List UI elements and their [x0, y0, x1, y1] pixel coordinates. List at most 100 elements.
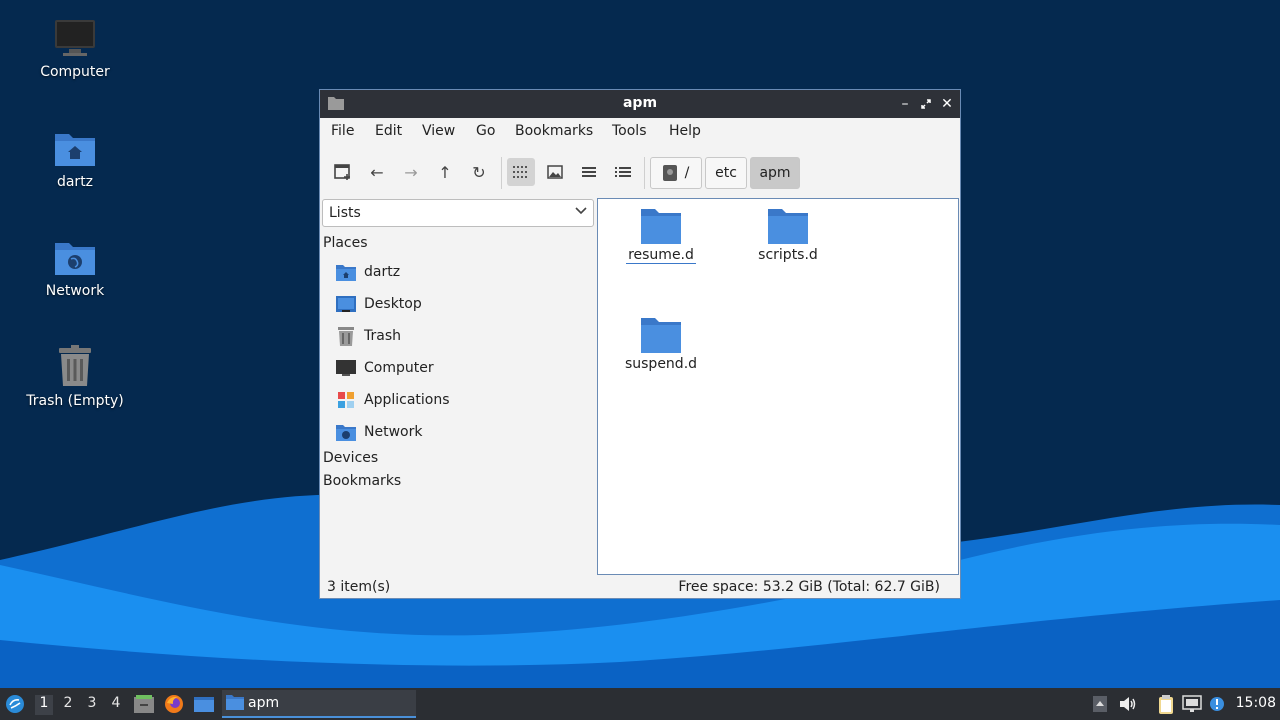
menu-help[interactable]: Help [669, 123, 701, 139]
breadcrumb-label: / [684, 165, 690, 181]
volume-icon [1120, 697, 1136, 711]
menu-tools[interactable]: Tools [612, 123, 647, 139]
breadcrumb-etc[interactable]: etc [705, 157, 747, 189]
new-tab-icon [334, 164, 350, 180]
network-wired-icon [1182, 695, 1202, 712]
computer-icon [55, 20, 95, 56]
menu-view[interactable]: View [422, 123, 455, 139]
file-name: scripts.d [758, 247, 818, 263]
free-space: Free space: 53.2 GiB (Total: 62.7 GiB) [678, 579, 940, 595]
taskbar-task-apm[interactable]: apm [222, 690, 416, 718]
file-name: resume.d [626, 247, 696, 264]
sidebar-item-network[interactable]: Network [336, 420, 422, 444]
compact-view-button[interactable] [575, 158, 603, 186]
file-item-resume-d[interactable]: resume.d [606, 207, 716, 264]
sidebar-item-label: dartz [364, 264, 401, 280]
breadcrumb-apm[interactable]: apm [750, 157, 800, 189]
sidebar-item-label: Applications [364, 392, 450, 408]
window-title: apm [622, 95, 658, 111]
reload-button[interactable]: ↻ [465, 158, 493, 186]
clock[interactable]: 15:08 [1236, 695, 1276, 711]
arrow-up-icon: ↑ [438, 162, 452, 182]
desktop-icon-label: dartz [56, 174, 94, 190]
forward-button[interactable]: → [397, 158, 425, 186]
workspace-2[interactable]: 2 [59, 695, 77, 715]
breadcrumb-root[interactable]: / [650, 157, 702, 189]
close-button[interactable]: ✕ [938, 95, 956, 113]
maximize-icon [921, 99, 931, 109]
updates-notification-button[interactable] [1206, 693, 1228, 715]
desktop-icon-dartz[interactable]: dartz [15, 128, 135, 190]
sidebar: Lists Places dartz Desktop Trash Compute… [320, 198, 596, 574]
drive-icon [662, 165, 677, 181]
chevron-down-icon [575, 207, 587, 215]
thumbnail-view-button[interactable] [541, 158, 569, 186]
show-desktop-button[interactable] [133, 693, 155, 715]
menu-edit[interactable]: Edit [375, 123, 402, 139]
file-manager-window: apm – ✕ File Edit View Go Bookmarks Tool… [319, 89, 961, 599]
menu-bookmarks[interactable]: Bookmarks [515, 123, 593, 139]
list-icon [582, 167, 596, 177]
back-button[interactable]: ← [363, 158, 391, 186]
trash-icon [59, 345, 91, 386]
task-label: apm [248, 695, 280, 711]
up-button[interactable]: ↑ [431, 158, 459, 186]
file-item-suspend-d[interactable]: suspend.d [606, 316, 716, 372]
workspace-3[interactable]: 3 [83, 695, 101, 715]
folder-icon [194, 697, 214, 712]
detailed-list-icon [615, 167, 631, 177]
firefox-icon [165, 695, 183, 713]
volume-button[interactable] [1117, 693, 1139, 715]
lubuntu-logo-icon [6, 695, 24, 713]
sidebar-item-computer[interactable]: Computer [336, 356, 434, 380]
detailed-view-button[interactable] [609, 158, 637, 186]
workspace-4[interactable]: 4 [107, 695, 125, 715]
sidebar-section-places[interactable]: Places [323, 235, 368, 251]
clipboard-button[interactable] [1155, 693, 1177, 715]
notification-icon [1210, 697, 1224, 711]
sidebar-mode-select[interactable]: Lists [322, 199, 594, 227]
menu-go[interactable]: Go [476, 123, 495, 139]
sidebar-item-dartz[interactable]: dartz [336, 260, 400, 284]
sidebar-item-desktop[interactable]: Desktop [336, 292, 422, 316]
desktop-icon-trash[interactable]: Trash (Empty) [15, 345, 135, 409]
sidebar-item-label: Trash [364, 328, 401, 344]
sidebar-section-devices[interactable]: Devices [323, 450, 378, 466]
close-icon: ✕ [941, 96, 953, 112]
sidebar-section-bookmarks[interactable]: Bookmarks [323, 473, 401, 489]
sidebar-item-label: Computer [364, 360, 434, 376]
status-bar: 3 item(s) Free space: 53.2 GiB (Total: 6… [320, 576, 960, 598]
minimize-icon: – [901, 96, 909, 112]
network-status-button[interactable] [1181, 693, 1203, 715]
maximize-button[interactable] [917, 95, 935, 113]
workspace-1[interactable]: 1 [35, 695, 53, 715]
file-manager-launcher[interactable] [193, 693, 215, 715]
file-view[interactable]: resume.d scripts.d suspend.d [597, 198, 959, 575]
file-item-scripts-d[interactable]: scripts.d [733, 207, 843, 263]
toolbar-separator [501, 157, 502, 189]
menu-file[interactable]: File [331, 123, 354, 139]
network-folder-icon [336, 425, 356, 441]
toolbar-separator [644, 157, 645, 189]
icon-view-button[interactable] [507, 158, 535, 186]
desktop-icon-label: Network [45, 283, 105, 299]
sidebar-item-trash[interactable]: Trash [336, 324, 401, 348]
chevron-up-icon [1093, 696, 1107, 712]
new-tab-button[interactable] [329, 158, 357, 186]
trash-icon [338, 327, 354, 346]
firefox-launcher[interactable] [163, 693, 185, 715]
start-menu-button[interactable] [4, 693, 26, 715]
sidebar-item-applications[interactable]: Applications [336, 388, 450, 412]
tray-expand-button[interactable] [1089, 693, 1111, 715]
applications-icon [338, 392, 354, 408]
window-titlebar[interactable]: apm – ✕ [320, 90, 960, 118]
home-folder-icon [55, 134, 95, 166]
desktop-icon-network[interactable]: Network [15, 237, 135, 299]
sidebar-item-label: Network [364, 424, 423, 440]
sidebar-mode-value: Lists [329, 205, 361, 221]
desktop-icon-computer[interactable]: Computer [15, 18, 135, 80]
arrow-right-icon: → [404, 162, 418, 182]
minimize-button[interactable]: – [896, 95, 914, 113]
taskbar: 1 2 3 4 apm 15:08 [0, 688, 1280, 720]
image-icon [547, 165, 563, 179]
